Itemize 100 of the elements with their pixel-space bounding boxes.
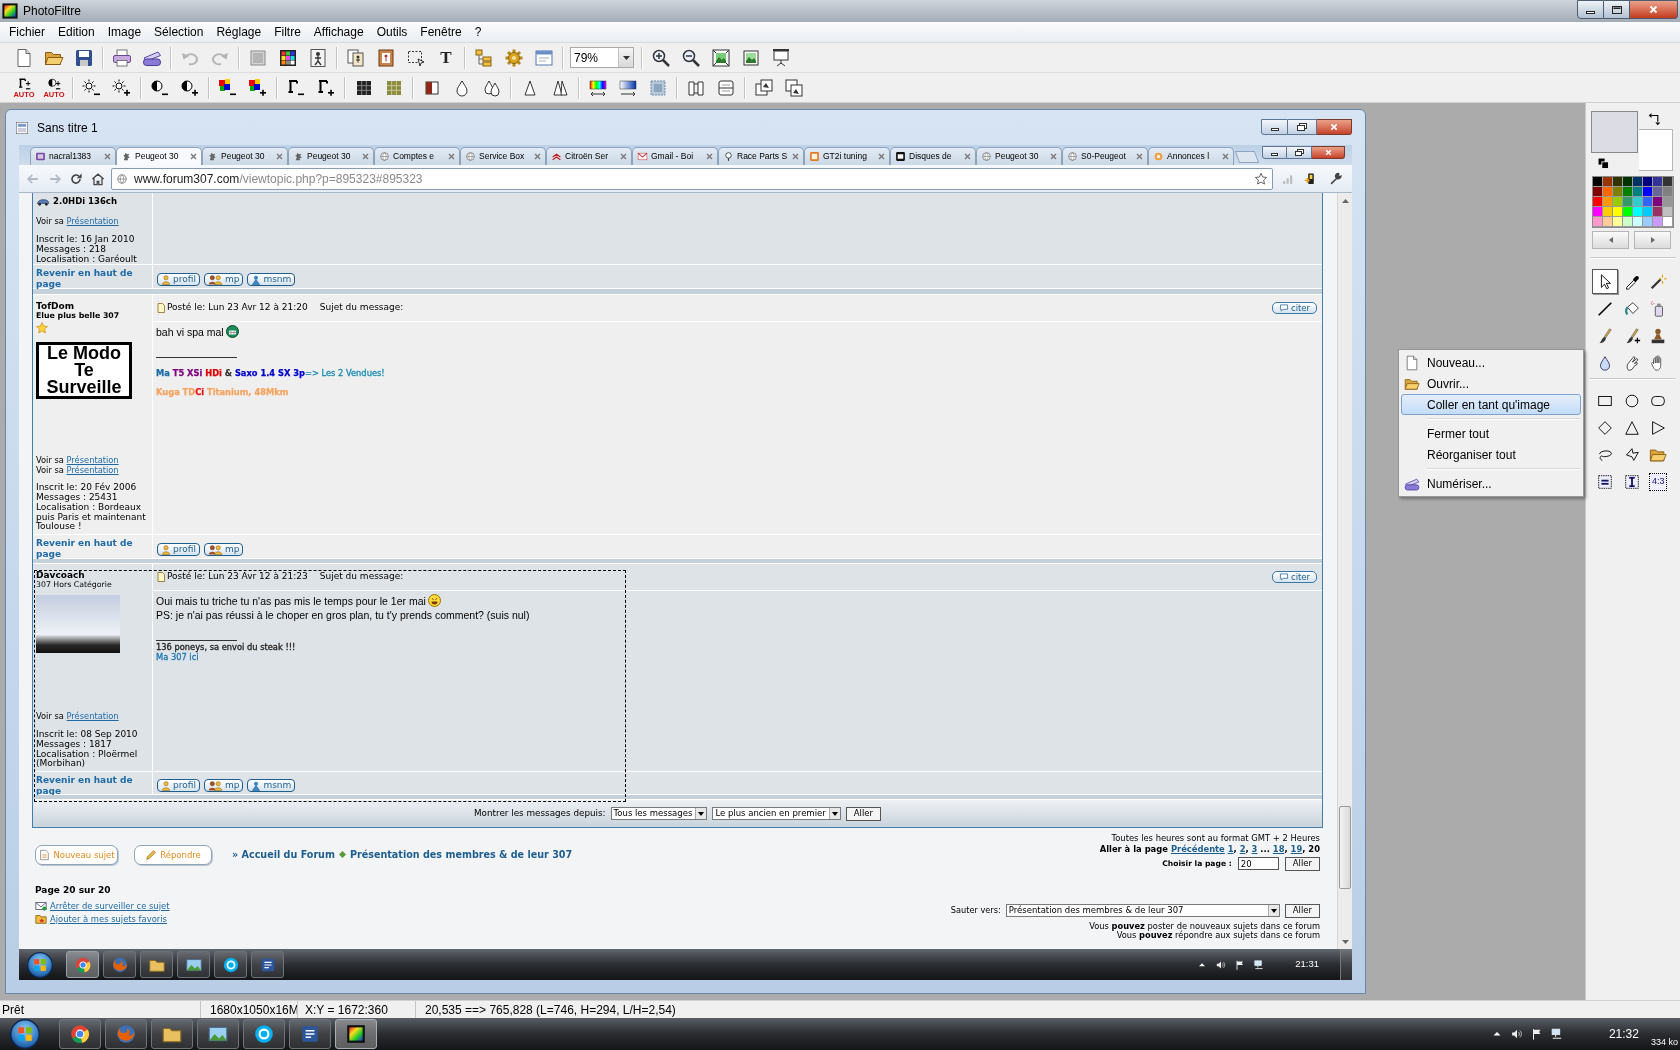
menu-item[interactable]: Réglage [216,23,262,41]
gamma-plus-icon[interactable] [316,77,336,98]
projection-screen-icon[interactable] [771,47,791,68]
show-desktop-button[interactable] [1340,949,1352,980]
browser-tab[interactable]: Peugeot 30 [116,147,202,165]
color-swatch[interactable] [1603,177,1613,187]
cog-icon[interactable] [504,47,524,68]
start-button[interactable] [25,949,55,980]
page-number-field[interactable]: 20 [1237,857,1279,870]
network-icon[interactable] [1253,958,1266,971]
color-swatch[interactable] [1623,197,1633,207]
browser-tab[interactable]: Race Parts S [718,147,804,165]
close-icon[interactable] [448,153,455,160]
address-bar[interactable]: www.forum307.com/viewtopic.php?p=895323#895323 [111,167,1273,190]
color-swatch[interactable] [1633,177,1643,187]
color-swatch[interactable] [1643,197,1653,207]
go-button[interactable]: Aller [1284,856,1320,871]
diamond-icon[interactable] [1596,418,1614,437]
close-icon[interactable] [878,153,885,160]
taskbar-button[interactable] [251,951,284,978]
minimize-button[interactable] [1261,119,1288,135]
close-button[interactable] [1312,146,1345,159]
menu-item[interactable]: Image [107,23,142,41]
color-swatch[interactable] [1663,177,1673,187]
menu-item[interactable]: ? [474,23,482,41]
color-swatch[interactable] [1643,217,1653,227]
color-swatch[interactable] [1603,197,1613,207]
minimize-button[interactable] [1262,146,1287,159]
menu-item[interactable]: Fichier [9,23,45,41]
color-swatch[interactable] [1603,207,1613,217]
rotate-picture-icon[interactable] [784,77,804,98]
zoom-out-icon[interactable] [681,47,701,68]
zoom-combo[interactable]: 79% [570,47,634,68]
color-swatch[interactable] [1613,217,1623,227]
swap-arrows-icon[interactable] [1648,112,1662,126]
color-swatch[interactable] [1633,197,1643,207]
color-swatch[interactable] [1663,187,1673,197]
color-swatch[interactable] [1643,207,1653,217]
scroll-down-icon[interactable] [1341,939,1349,944]
browser-tab[interactable]: S0-Peugeot [1062,147,1148,165]
messenger-button[interactable]: msnm [247,779,296,792]
menu-item[interactable]: Réorganiser tout [1401,444,1581,465]
profile-button[interactable]: profil [157,779,200,792]
framed-document-icon[interactable] [376,47,396,68]
gamma-minus-icon[interactable] [286,77,306,98]
back-to-top-link[interactable]: Revenir en haut de page [36,268,148,289]
browser-tab[interactable]: Annonces l [1148,147,1234,165]
color-swatch[interactable] [1613,187,1623,197]
close-icon[interactable] [1136,153,1143,160]
scroll-up-icon[interactable] [1341,198,1349,203]
close-icon[interactable] [362,153,369,160]
go-button[interactable]: Aller [845,806,881,821]
quote-button[interactable]: citer [1272,302,1317,314]
color-swatch[interactable] [1623,207,1633,217]
reload-icon[interactable] [68,170,84,187]
color-swatch[interactable] [1663,197,1673,207]
page-link[interactable]: 1 [1227,844,1234,854]
wrench-icon[interactable] [1329,171,1343,186]
color-swatch[interactable] [1623,217,1633,227]
taskbar-button[interactable] [243,1019,285,1049]
back-to-top-link[interactable]: Revenir en haut de page [36,538,148,559]
quote-button[interactable]: citer [1272,571,1317,583]
folder-tree-icon[interactable] [474,47,494,68]
divided-square-icon[interactable] [716,77,736,98]
page-link[interactable]: Précédente [1170,844,1225,854]
taskbar-button[interactable] [197,1019,239,1049]
speaker-icon[interactable] [1509,1027,1524,1041]
private-message-button[interactable]: mp [203,779,244,792]
go-button[interactable]: Aller [1284,903,1320,918]
minimize-button[interactable] [1577,0,1604,19]
browser-tab[interactable]: Comptes e [374,147,460,165]
browser-tab[interactable]: Service Box [460,147,546,165]
topic-link[interactable]: Arrêter de surveiller ce sujet [50,900,170,912]
private-message-button[interactable]: mp [203,273,244,286]
menu-item[interactable]: Numériser... [1401,473,1581,494]
menu-item[interactable]: Sélection [154,23,204,41]
taskbar-button[interactable] [335,1019,377,1049]
profile-button[interactable]: profil [157,543,200,556]
presentation-link[interactable]: Présentation [66,464,119,475]
menu-item[interactable]: Affichage [313,23,364,41]
color-swatch[interactable] [1653,187,1663,197]
default-colors-icon[interactable] [1598,158,1609,169]
close-icon[interactable] [534,153,541,160]
menu-item[interactable]: Edition [58,23,95,41]
color-squares-minus-icon[interactable] [218,77,238,98]
maximize-button[interactable] [1604,0,1630,19]
fit-picture-icon[interactable] [711,47,731,68]
private-message-button[interactable]: mp [203,543,244,556]
color-swatch[interactable] [1593,177,1603,187]
taskbar-button[interactable] [214,951,247,978]
messenger-button[interactable]: msnm [247,273,296,286]
background-color-swatch[interactable] [1639,129,1673,171]
browser-tab[interactable]: Citroën Ser [546,147,632,165]
color-swatch[interactable] [1663,217,1673,227]
color-swatch[interactable] [1633,207,1643,217]
color-swatch[interactable] [1633,187,1643,197]
rotate-picture-icon[interactable] [754,77,774,98]
right-triangle-icon[interactable] [1649,418,1668,437]
foreground-color-swatch[interactable] [1591,111,1638,153]
close-icon[interactable] [1222,153,1229,160]
